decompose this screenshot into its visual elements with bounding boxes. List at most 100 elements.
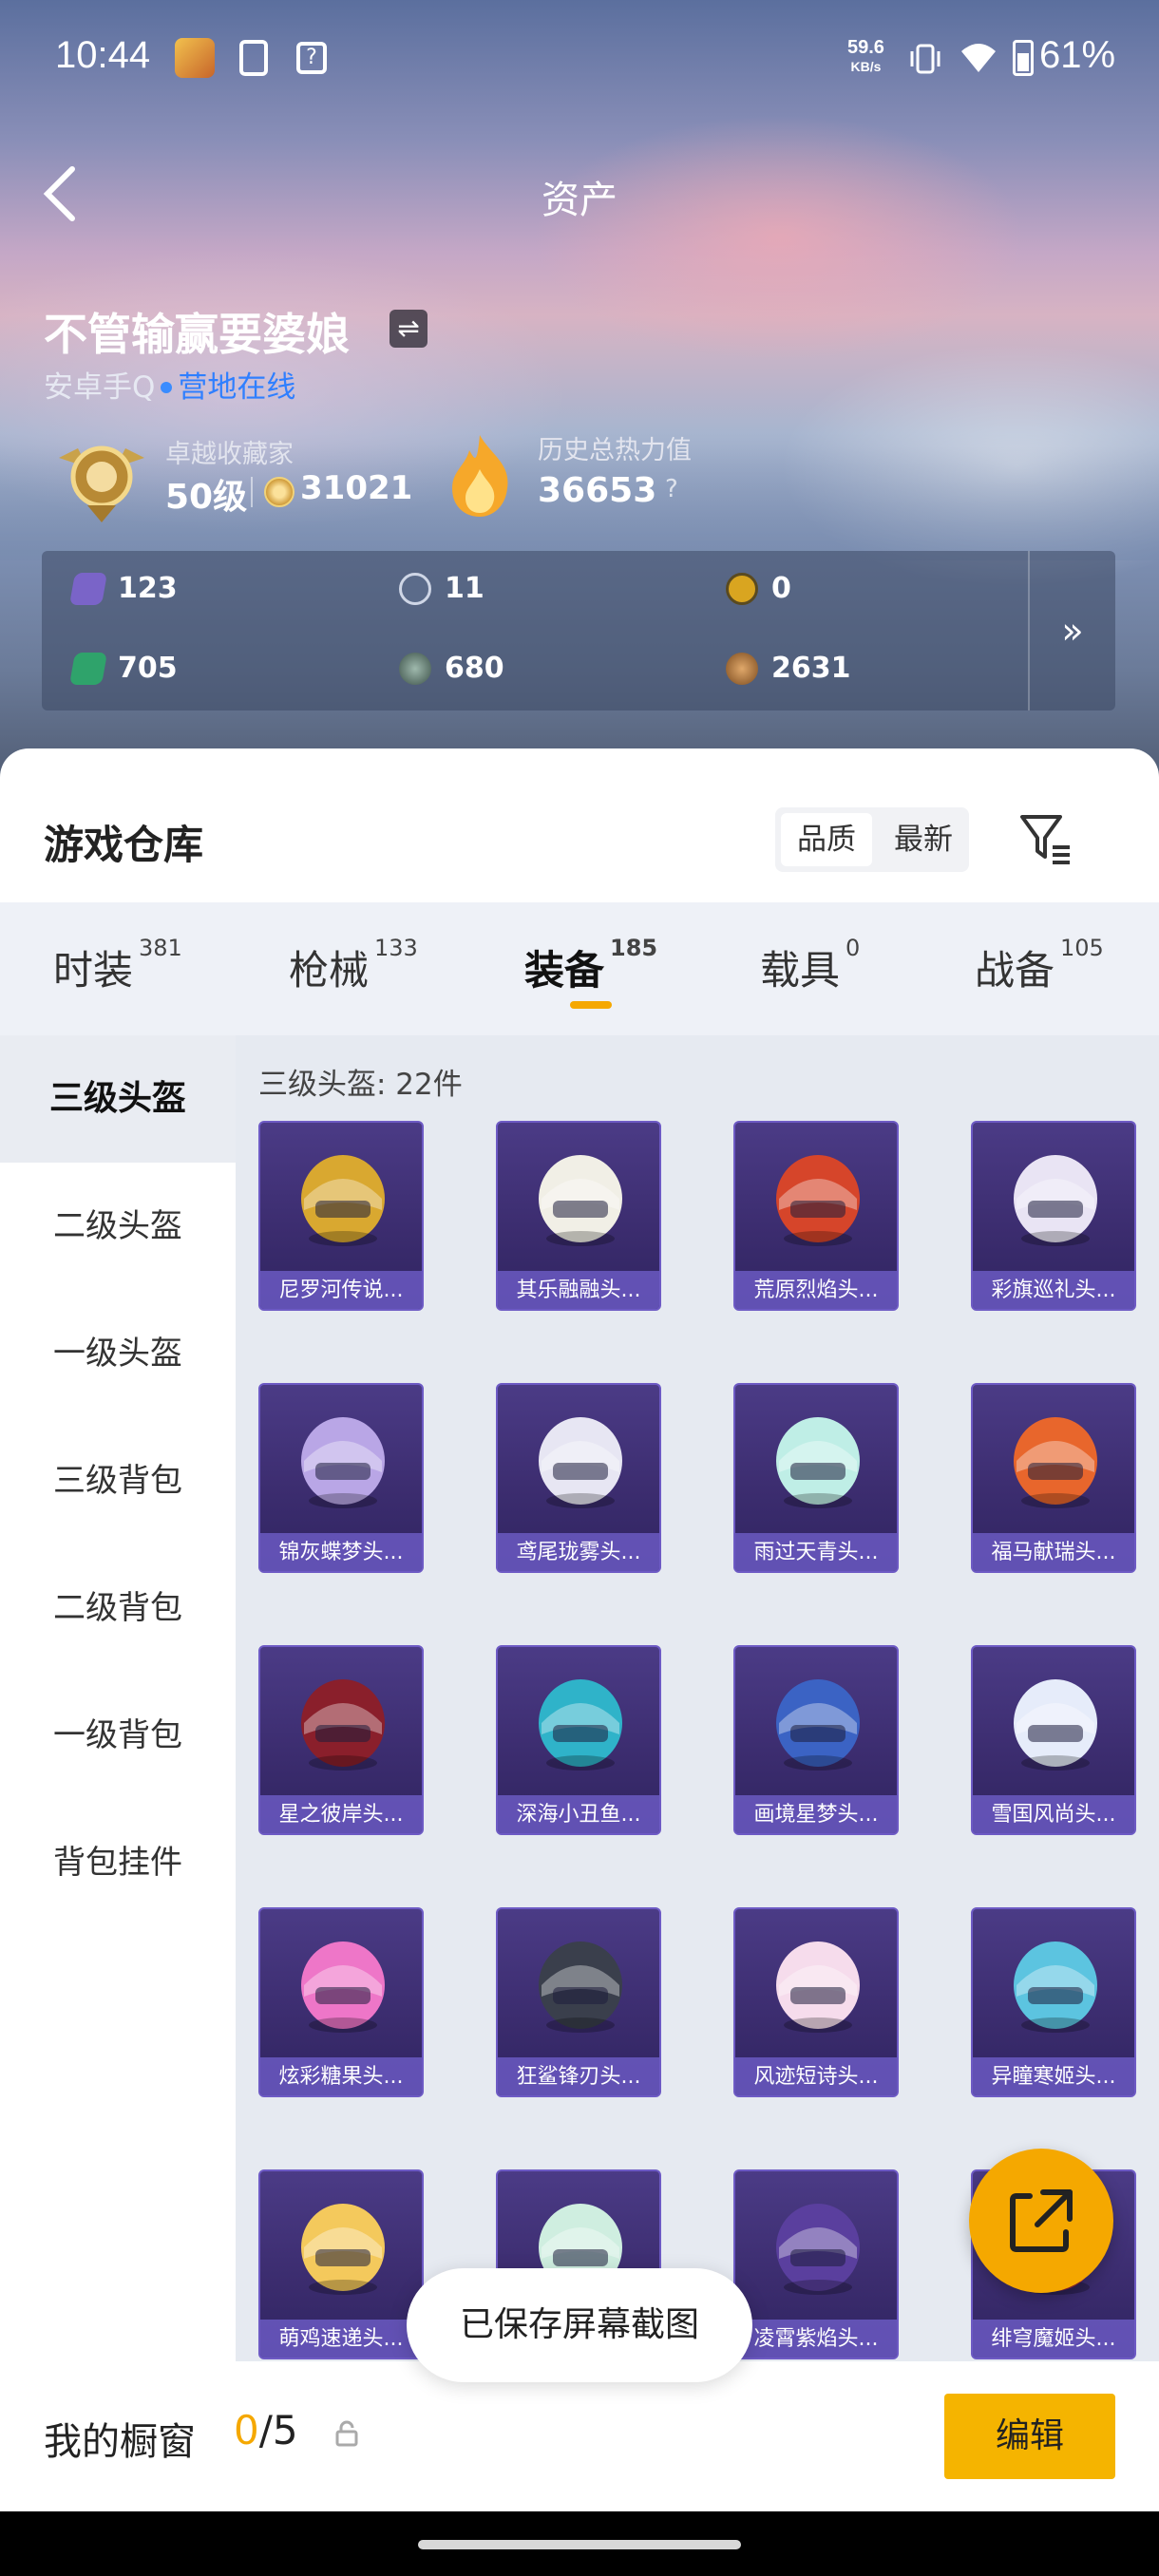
- tab-count: 0: [846, 935, 861, 961]
- item-name: 狂鲨锋刃头...: [516, 2065, 641, 2089]
- resource-value: 123: [118, 572, 178, 605]
- divider: [251, 477, 253, 507]
- card-green-icon: [69, 652, 107, 685]
- collector-level: 50级: [165, 478, 248, 517]
- item-name: 彩旗巡礼头...: [991, 1279, 1116, 1302]
- bronze-coin-icon: [726, 652, 758, 685]
- item-card[interactable]: 风迹短诗头...: [733, 1907, 899, 2097]
- tab-fashion[interactable]: 时装 381: [53, 935, 182, 996]
- sidebar-item-level2-helmet[interactable]: 二级头盔: [0, 1163, 236, 1290]
- tab-vehicles[interactable]: 载具 0: [760, 935, 861, 996]
- card-purple-icon: [69, 572, 107, 605]
- item-card[interactable]: 尼罗河传说...: [258, 1121, 424, 1311]
- phone-link-icon: [239, 40, 268, 76]
- helmet-icon: [776, 1155, 860, 1246]
- resource-value: 705: [118, 652, 178, 685]
- helmet-icon: [539, 1155, 622, 1246]
- tab-count: 105: [1060, 935, 1104, 961]
- tab-weapons[interactable]: 枪械 133: [289, 935, 418, 996]
- item-card[interactable]: 狂鲨锋刃头...: [496, 1907, 661, 2097]
- silver-coin-icon: [399, 652, 431, 685]
- game-app-icon: [175, 38, 215, 78]
- online-dot-icon: [161, 381, 173, 393]
- tab-label: 时装: [53, 947, 134, 994]
- item-card[interactable]: 星之彼岸头...: [258, 1645, 424, 1835]
- collector-medal-icon: [59, 445, 144, 522]
- filter-icon[interactable]: [1016, 809, 1074, 866]
- a-coin-icon: [726, 572, 758, 605]
- tab-count: 133: [374, 935, 418, 961]
- helmet-icon: [776, 1417, 860, 1508]
- tab-label: 载具: [760, 947, 841, 994]
- item-card[interactable]: 雨过天青头...: [733, 1383, 899, 1573]
- sidebar-item-level1-backpack[interactable]: 一级背包: [0, 1672, 236, 1799]
- helmet-icon: [1014, 1417, 1097, 1508]
- warehouse-title: 游戏仓库: [44, 822, 204, 868]
- item-card[interactable]: 炫彩糖果头...: [258, 1907, 424, 2097]
- item-card[interactable]: 彩旗巡礼头...: [971, 1121, 1136, 1311]
- helmet-icon: [301, 2204, 385, 2295]
- resource-item: 11: [399, 572, 484, 605]
- net-speed-value: 59.6: [847, 37, 884, 58]
- sort-quality-button[interactable]: 品质: [781, 813, 872, 866]
- item-card[interactable]: 凌霄紫焰头...: [733, 2169, 899, 2359]
- platform-label: 安卓手Q: [44, 370, 156, 405]
- resource-value: 680: [445, 652, 504, 685]
- resources-more-button[interactable]: »: [1028, 551, 1115, 710]
- helmet-icon: [301, 1155, 385, 1246]
- helmet-icon: [539, 1941, 622, 2033]
- sort-newest-button[interactable]: 最新: [878, 807, 969, 872]
- resource-value: 0: [771, 572, 791, 605]
- heat-label: 历史总热力值: [538, 436, 692, 465]
- sidebar-item-level3-helmet[interactable]: 三级头盔: [0, 1035, 236, 1163]
- helmet-icon: [776, 2204, 860, 2295]
- help-icon[interactable]: ?: [665, 475, 678, 503]
- tab-equipment[interactable]: 装备 185: [524, 935, 657, 996]
- resource-panel: 123 11 0 705 680 2631 »: [42, 551, 1115, 710]
- item-name: 星之彼岸头...: [278, 1803, 404, 1827]
- helmet-icon: [776, 1941, 860, 2033]
- item-name: 萌鸡速递头...: [278, 2327, 404, 2351]
- heat-value: 36653: [538, 471, 657, 510]
- item-card[interactable]: 福马献瑞头...: [971, 1383, 1136, 1573]
- item-name: 绯穹魔姬头...: [991, 2327, 1116, 2351]
- sidebar-item-level1-helmet[interactable]: 一级头盔: [0, 1290, 236, 1417]
- resource-item: 705: [69, 652, 178, 685]
- tab-label: 装备: [524, 947, 605, 994]
- tab-label: 战备: [975, 947, 1055, 994]
- showcase-bar: 我的橱窗 0/5 编辑: [0, 2361, 1159, 2511]
- item-name: 其乐融融头...: [516, 1279, 641, 1302]
- showcase-count: 0/5: [234, 2407, 298, 2453]
- item-card[interactable]: 画境星梦头...: [733, 1645, 899, 1835]
- sort-toggle: 品质 最新: [775, 807, 969, 872]
- item-card[interactable]: 鸢尾珑雾头...: [496, 1383, 661, 1573]
- share-fab-button[interactable]: [969, 2149, 1113, 2293]
- item-name: 荒原烈焰头...: [753, 1279, 879, 1302]
- item-card[interactable]: 深海小丑鱼...: [496, 1645, 661, 1835]
- item-name: 深海小丑鱼...: [516, 1803, 641, 1827]
- home-gesture-bar[interactable]: [418, 2540, 741, 2549]
- item-name: 画境星梦头...: [753, 1803, 879, 1827]
- sidebar-item-level2-backpack[interactable]: 二级背包: [0, 1544, 236, 1672]
- item-card[interactable]: 萌鸡速递头...: [258, 2169, 424, 2359]
- helmet-icon: [1014, 1155, 1097, 1246]
- sidebar-item-backpack-pendant[interactable]: 背包挂件: [0, 1799, 236, 1926]
- tab-supplies[interactable]: 战备 105: [975, 935, 1104, 996]
- active-tab-indicator: [570, 1001, 612, 1009]
- switch-account-icon[interactable]: ⇌: [390, 310, 428, 348]
- item-card[interactable]: 雪国风尚头...: [971, 1645, 1136, 1835]
- screenshot-toast: 已保存屏幕截图: [407, 2268, 752, 2382]
- item-name: 凌霄紫焰头...: [753, 2327, 879, 2351]
- sidebar-item-level3-backpack[interactable]: 三级背包: [0, 1417, 236, 1544]
- edit-button[interactable]: 编辑: [944, 2394, 1115, 2479]
- helmet-icon: [301, 1679, 385, 1771]
- item-card[interactable]: 异瞳寒姬头...: [971, 1907, 1136, 2097]
- item-card[interactable]: 其乐融融头...: [496, 1121, 661, 1311]
- tab-label: 枪械: [289, 947, 370, 994]
- item-card[interactable]: 锦灰蝶梦头...: [258, 1383, 424, 1573]
- item-name: 尼罗河传说...: [278, 1279, 404, 1302]
- item-name: 风迹短诗头...: [753, 2065, 879, 2089]
- item-card[interactable]: 荒原烈焰头...: [733, 1121, 899, 1311]
- collector-points: 31021: [300, 469, 413, 507]
- player-name: 不管输赢要婆娘: [44, 309, 350, 360]
